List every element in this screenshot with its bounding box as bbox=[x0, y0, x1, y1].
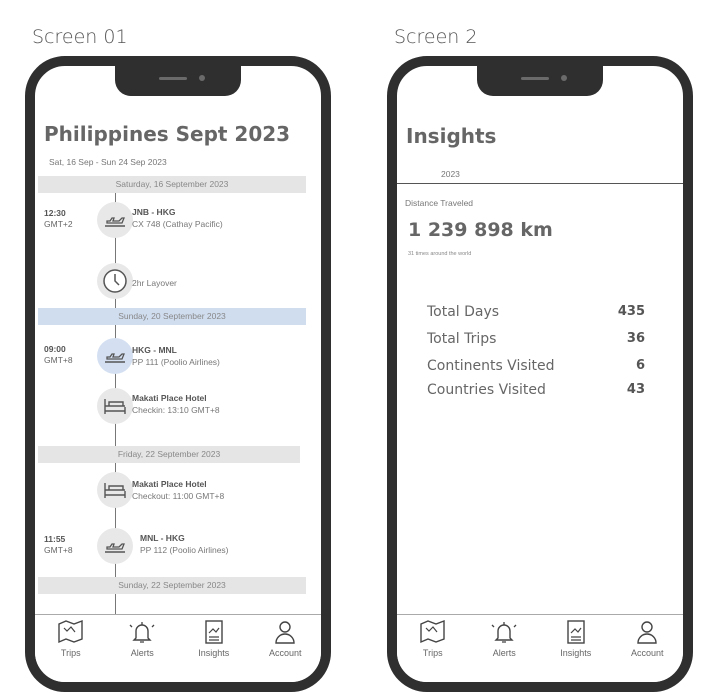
plane-icon bbox=[97, 338, 133, 374]
clock-icon bbox=[97, 263, 133, 299]
timeline-entry[interactable]: JNB - HKG CX 748 (Cathay Pacific) bbox=[132, 206, 223, 230]
chart-clipboard-icon bbox=[205, 620, 223, 644]
nav-label: Insights bbox=[198, 648, 230, 658]
bed-icon bbox=[97, 472, 133, 508]
layover-entry: 2hr Layover bbox=[132, 278, 177, 288]
user-icon bbox=[275, 621, 295, 644]
stat-value: 435 bbox=[617, 304, 645, 319]
phone-notch bbox=[115, 66, 241, 96]
distance-value: 1 239 898 km bbox=[408, 219, 553, 241]
nav-label: Account bbox=[630, 648, 664, 658]
stat-value: 43 bbox=[626, 382, 645, 397]
stat-value: 36 bbox=[626, 331, 645, 346]
bell-icon bbox=[129, 622, 155, 643]
user-icon bbox=[637, 621, 657, 644]
nav-label: Trips bbox=[422, 648, 443, 658]
nav-account[interactable]: Account bbox=[255, 619, 315, 682]
chart-clipboard-icon bbox=[567, 620, 585, 644]
nav-trips[interactable]: Trips bbox=[403, 619, 463, 682]
plane-icon bbox=[97, 528, 133, 564]
stat-row: Continents Visited 6 bbox=[427, 358, 645, 374]
timeline-entry[interactable]: HKG - MNL PP 111 (Poolio Airlines) bbox=[132, 344, 220, 368]
nav-label: Insights bbox=[560, 648, 592, 658]
flight-time: 11:55 GMT+8 bbox=[44, 534, 73, 555]
distance-label: Distance Traveled bbox=[405, 198, 474, 208]
bed-icon bbox=[97, 388, 133, 424]
stat-label: Total Days bbox=[427, 304, 500, 320]
page-title: Insights bbox=[406, 124, 497, 148]
stat-label: Continents Visited bbox=[427, 358, 555, 374]
phone-screen-insights: Insights 2023 Distance Traveled 1 239 89… bbox=[387, 56, 693, 692]
flight-time: 09:00 GMT+8 bbox=[44, 344, 73, 365]
day-header: Friday, 22 September 2023 bbox=[38, 446, 300, 463]
nav-label: Alerts bbox=[492, 648, 516, 658]
stat-row: Countries Visited 43 bbox=[427, 382, 645, 398]
day-header: Sunday, 20 September 2023 bbox=[38, 308, 306, 325]
nav-alerts[interactable]: Alerts bbox=[112, 619, 172, 682]
distance-note: 31 times around the world bbox=[408, 251, 472, 257]
nav-insights[interactable]: Insights bbox=[184, 619, 244, 682]
tab-underline bbox=[397, 183, 683, 184]
nav-alerts[interactable]: Alerts bbox=[474, 619, 534, 682]
timeline-entry[interactable]: Makati Place Hotel Checkout: 11:00 GMT+8 bbox=[132, 478, 224, 502]
bell-icon bbox=[491, 622, 517, 643]
bottom-nav: Trips Alerts Insights Account bbox=[35, 614, 321, 682]
map-icon bbox=[420, 619, 445, 644]
phone-notch bbox=[477, 66, 603, 96]
plane-icon bbox=[97, 202, 133, 238]
stat-row: Total Trips 36 bbox=[427, 331, 645, 347]
stat-label: Countries Visited bbox=[427, 382, 546, 398]
phone-screen-trip: Philippines Sept 2023 Sat, 16 Sep - Sun … bbox=[25, 56, 331, 692]
nav-label: Account bbox=[268, 648, 302, 658]
nav-label: Alerts bbox=[130, 648, 154, 658]
nav-trips[interactable]: Trips bbox=[41, 619, 101, 682]
timeline-entry[interactable]: Makati Place Hotel Checkin: 13:10 GMT+8 bbox=[132, 392, 220, 416]
stat-value: 6 bbox=[635, 358, 645, 373]
stat-label: Total Trips bbox=[427, 331, 497, 347]
trip-title: Philippines Sept 2023 bbox=[44, 122, 291, 146]
flight-time: 12:30 GMT+2 bbox=[44, 208, 73, 229]
screen-2-label: Screen 2 bbox=[394, 26, 478, 48]
stat-row: Total Days 435 bbox=[427, 304, 645, 320]
day-header: Sunday, 22 September 2023 bbox=[38, 577, 306, 594]
nav-label: Trips bbox=[60, 648, 81, 658]
map-icon bbox=[58, 619, 83, 644]
nav-insights[interactable]: Insights bbox=[546, 619, 606, 682]
timeline-entry[interactable]: MNL - HKG PP 112 (Poolio Airlines) bbox=[140, 532, 229, 556]
trip-date-range: Sat, 16 Sep - Sun 24 Sep 2023 bbox=[49, 157, 167, 167]
screen-1-label: Screen 01 bbox=[32, 26, 128, 48]
bottom-nav: Trips Alerts Insights Account bbox=[397, 614, 683, 682]
nav-account[interactable]: Account bbox=[617, 619, 677, 682]
tab-year[interactable]: 2023 bbox=[441, 169, 460, 179]
day-header: Saturday, 16 September 2023 bbox=[38, 176, 306, 193]
